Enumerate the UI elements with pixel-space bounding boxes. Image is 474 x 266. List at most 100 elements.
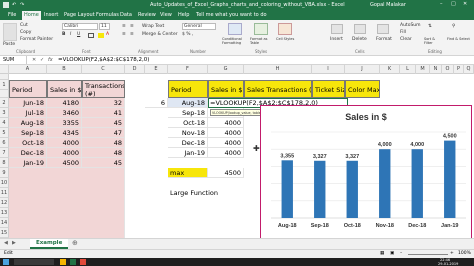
clear-button[interactable]: Clear — [400, 37, 412, 42]
right-header-color-max[interactable]: Color Max — [345, 80, 380, 98]
prev-sheet-icon[interactable]: ◀ — [4, 240, 8, 246]
column-header[interactable]: I — [312, 65, 345, 74]
column-header[interactable]: O — [442, 65, 454, 74]
tab-page-layout[interactable]: Page Layout — [62, 11, 97, 20]
chrome-taskbar-icon[interactable] — [80, 259, 86, 265]
chart-bar[interactable] — [281, 160, 293, 218]
enter-icon[interactable]: ✓ — [40, 56, 44, 64]
maximize-icon[interactable]: □ — [451, 1, 456, 7]
font-color-icon[interactable]: A — [106, 32, 109, 37]
left-sales-cell[interactable]: 4345 — [47, 128, 82, 138]
row-header[interactable]: 5 — [0, 128, 9, 138]
underline-button[interactable]: U — [77, 32, 80, 37]
right-period-cell[interactable]: Aug-18 — [168, 98, 208, 108]
sales-chart[interactable]: Sales in $ 3,355 Aug-18 3,327 Sep-18 3,327 Oc… — [260, 105, 472, 245]
chart-bar[interactable] — [346, 160, 358, 218]
column-header[interactable]: Q — [464, 65, 474, 74]
left-transactions-cell[interactable]: 48 — [82, 138, 125, 148]
conditional-formatting-icon[interactable] — [228, 23, 242, 35]
left-period-cell[interactable]: Jun-18 — [9, 98, 47, 108]
format-as-table-button[interactable]: Format as Table — [250, 37, 272, 45]
row-header[interactable]: 13 — [0, 208, 9, 218]
row-header[interactable]: 10 — [0, 178, 9, 188]
header-transactions[interactable]: Transactions (#) — [82, 80, 125, 98]
row-header[interactable]: 9 — [0, 168, 9, 178]
row-header[interactable]: 4 — [0, 118, 9, 128]
column-header[interactable]: F — [168, 65, 208, 74]
tab-review[interactable]: Review — [136, 11, 158, 20]
right-sales-cell[interactable]: 4000 — [208, 138, 244, 148]
chart-bar[interactable] — [379, 149, 391, 218]
autosum-button[interactable]: AutoSum — [400, 23, 421, 28]
excel-taskbar-icon[interactable] — [70, 259, 76, 265]
left-period-cell[interactable]: Dec-18 — [9, 148, 47, 158]
right-header-period[interactable]: Period — [168, 80, 208, 98]
windows-start-icon[interactable] — [3, 259, 9, 265]
tab-insert[interactable]: Insert — [42, 11, 60, 20]
row-header[interactable]: 11 — [0, 188, 9, 198]
format-painter-button[interactable]: Format Painter — [20, 37, 53, 42]
header-period[interactable]: Period — [9, 80, 47, 98]
sort-filter-button[interactable]: Sort & Filter — [424, 37, 444, 45]
left-transactions-cell[interactable]: 45 — [82, 158, 125, 168]
column-header[interactable]: L — [400, 65, 416, 74]
normal-view-icon[interactable]: ▦ — [380, 251, 384, 256]
left-sales-cell[interactable]: 4180 — [47, 98, 82, 108]
zoom-level[interactable]: 100% — [458, 251, 471, 256]
tab-help[interactable]: Help — [176, 11, 191, 20]
font-name-select[interactable]: Calibri — [62, 23, 98, 30]
row-header[interactable]: 15 — [0, 228, 9, 238]
user-name[interactable]: Gopal Malakar — [370, 2, 406, 8]
insert-cells-icon[interactable] — [331, 24, 343, 34]
right-sales-cell[interactable]: 4000 — [208, 118, 244, 128]
max-label-cell[interactable]: max — [168, 168, 208, 178]
row-header[interactable]: 2 — [0, 98, 9, 108]
left-sales-cell[interactable]: 4500 — [47, 158, 82, 168]
left-sales-cell[interactable]: 4000 — [47, 148, 82, 158]
left-sales-cell[interactable]: 4000 — [47, 138, 82, 148]
column-header[interactable]: M — [416, 65, 430, 74]
minimize-icon[interactable]: – — [440, 1, 443, 7]
find-icon[interactable]: ⚲ — [452, 24, 455, 29]
row-header[interactable]: 1 — [0, 80, 9, 90]
italic-button[interactable]: I — [70, 32, 71, 37]
right-period-cell[interactable]: Sep-18 — [168, 108, 208, 118]
close-icon[interactable]: ✕ — [463, 1, 467, 7]
column-header[interactable]: P — [454, 65, 464, 74]
tab-formulas[interactable]: Formulas — [94, 11, 121, 20]
pink-fill-area[interactable] — [9, 168, 125, 238]
row-header[interactable]: 6 — [0, 138, 9, 148]
cell-styles-button[interactable]: Cell Styles — [276, 37, 296, 41]
chart-bar[interactable] — [314, 160, 326, 218]
conditional-formatting-button[interactable]: Conditional Formatting — [222, 37, 248, 45]
merge-center-button[interactable]: Merge & Center — [142, 32, 178, 37]
column-header[interactable]: N — [430, 65, 442, 74]
copy-button[interactable]: Copy — [20, 30, 31, 35]
left-transactions-cell[interactable]: 45 — [82, 118, 125, 128]
wrap-text-button[interactable]: Wrap Text — [142, 24, 164, 29]
tab-home[interactable]: Home — [22, 11, 41, 20]
format-cells-icon[interactable] — [377, 24, 389, 34]
file-explorer-icon[interactable] — [60, 259, 66, 265]
taskbar-search-box[interactable] — [14, 259, 54, 265]
note-cell[interactable]: Large Function — [168, 188, 244, 198]
right-header-sales[interactable]: Sales in $ — [208, 80, 244, 98]
tab-view[interactable]: View — [158, 11, 174, 20]
align-middle-icon[interactable]: ≡ — [130, 24, 134, 29]
left-transactions-cell[interactable]: 32 — [82, 98, 125, 108]
name-box[interactable]: SUM — [1, 56, 27, 64]
align-top-icon[interactable]: ≡ — [122, 24, 126, 29]
tell-me-search[interactable]: Tell me what you want to do — [194, 11, 269, 20]
left-sales-cell[interactable]: 3460 — [47, 108, 82, 118]
delete-cells-button[interactable]: Delete — [352, 37, 367, 42]
left-period-cell[interactable]: Sep-18 — [9, 128, 47, 138]
insert-function-icon[interactable]: fx — [48, 56, 53, 64]
right-header-transactions[interactable]: Sales Transactions (#) — [244, 80, 312, 98]
paste-button[interactable]: Paste — [3, 42, 15, 47]
row-header[interactable]: 8 — [0, 158, 9, 168]
sheet-tab-example[interactable]: Example — [30, 239, 69, 249]
left-transactions-cell[interactable]: 41 — [82, 108, 125, 118]
redo-icon[interactable]: ↷ — [20, 2, 24, 8]
format-as-table-icon[interactable] — [254, 23, 268, 35]
chart-bar[interactable] — [411, 149, 423, 218]
